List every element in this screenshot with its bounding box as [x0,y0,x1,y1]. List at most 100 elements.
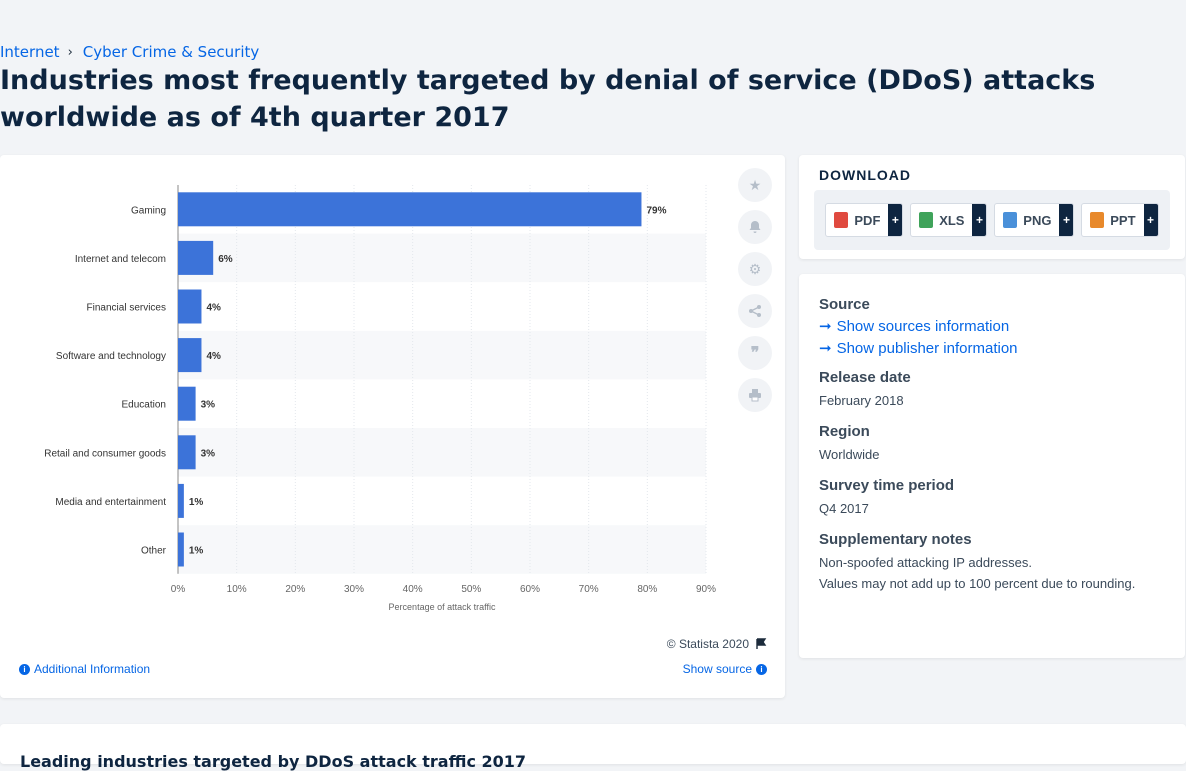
star-icon[interactable]: ★ [738,168,772,202]
breadcrumb-separator: › [67,44,73,60]
pdf-icon [834,212,849,228]
x-tick-label: 60% [520,584,540,595]
ppt-label: PPT [1110,212,1136,228]
x-tick-label: 10% [227,584,247,595]
bar [178,532,184,567]
survey-block: Survey time period Q4 2017 [819,477,1169,519]
download-png-button[interactable]: PNG + [994,203,1075,237]
data-label: 4% [206,351,221,362]
bar [178,338,202,373]
xls-icon [919,212,934,228]
region-heading: Region [819,423,870,440]
xls-plus[interactable]: + [972,204,987,236]
page-title: Industries most frequently targeted by d… [0,65,1096,133]
bar [178,483,184,518]
data-label: 79% [646,205,666,216]
details-card: Source ➞ Show sources information ➞ Show… [799,274,1185,658]
source-heading: Source [819,296,870,313]
additional-information-label: Additional Information [34,662,151,676]
info-icon: i [756,663,767,675]
category-label: Gaming [131,205,166,216]
png-label: PNG [1023,212,1052,228]
notes-heading: Supplementary notes [819,531,972,548]
release-value: February 2018 [819,393,904,408]
row-band [178,525,706,574]
x-tick-label: 70% [579,584,599,595]
source-block: Source ➞ Show sources information ➞ Show… [819,296,1169,357]
download-ppt-button[interactable]: PPT + [1081,203,1159,237]
flag-icon[interactable] [755,638,767,650]
category-label: Internet and telecom [75,254,166,265]
quote-icon[interactable]: ❞ [738,336,772,370]
breadcrumb-internet[interactable]: Internet [0,43,60,61]
show-sources-link[interactable]: ➞ Show sources information [819,317,1169,336]
show-source-label: Show source [682,662,752,676]
x-tick-label: 30% [344,584,364,595]
bar [178,435,196,470]
breadcrumb: Internet › Cyber Crime & Security [0,43,259,61]
show-source-link[interactable]: Show source i [683,662,767,676]
bar-chart: 0% 10% 20% 30% 40% 50% 60% 70% 80% 90% Gaming 79% In… [44,185,716,612]
region-value: Worldwide [819,447,880,462]
related-card: Leading industries targeted by DDoS atta… [0,724,1186,771]
share-icon[interactable] [738,294,772,328]
x-tick-label: 40% [403,584,423,595]
arrow-right-icon: ➞ [819,318,832,335]
ppt-plus[interactable]: + [1143,204,1158,236]
details: Source ➞ Show sources information ➞ Show… [819,296,1169,606]
bar [178,240,214,275]
bar [178,289,202,324]
pdf-label: PDF [854,212,881,228]
row-band [178,330,706,380]
arrow-right-icon: ➞ [819,340,832,357]
data-label: 1% [189,497,204,508]
print-icon[interactable] [738,378,772,412]
survey-value: Q4 2017 [819,501,869,516]
release-heading: Release date [819,369,911,386]
show-publisher-link[interactable]: ➞ Show publisher information [819,339,1169,358]
related-title: Leading industries targeted by DDoS atta… [20,752,527,771]
row-band [178,428,706,477]
data-label: 4% [206,303,221,314]
png-icon [1003,212,1018,228]
notes-block: Supplementary notes Non-spoofed attackin… [819,531,1169,594]
info-icon: i [19,663,30,675]
bar [178,386,196,421]
show-publisher-label: Show publisher information [836,339,1018,357]
top-bar [0,0,1186,38]
additional-information-link[interactable]: i Additional Information [19,662,150,676]
category-label: Other [141,546,167,557]
show-sources-label: Show sources information [836,317,1010,335]
chart-card: 0% 10% 20% 30% 40% 50% 60% 70% 80% 90% Gaming 79% In… [0,155,785,698]
copyright-text: © Statista 2020 [666,637,749,651]
download-card: DOWNLOAD PDF + XLS + PNG + PPT + [799,155,1185,259]
gear-icon[interactable]: ⚙ [738,252,772,286]
row-band [178,233,706,283]
release-block: Release date February 2018 [819,369,1169,411]
pdf-plus[interactable]: + [888,204,903,236]
x-axis-label: Percentage of attack traffic [389,602,496,612]
x-tick-label: 0% [171,584,186,595]
png-plus[interactable]: + [1059,204,1074,236]
notes-line1: Non-spoofed attacking IP addresses. [819,555,1032,570]
bar [178,192,642,227]
category-label: Financial services [87,303,166,314]
category-label: Education [122,400,166,411]
category-label: Software and technology [56,351,166,362]
notes-line2: Values may not add up to 100 percent due… [819,576,1136,591]
x-tick-label: 50% [461,584,481,595]
breadcrumb-cyber-crime[interactable]: Cyber Crime & Security [83,43,260,61]
data-label: 3% [201,400,216,411]
copyright: © Statista 2020 [667,637,767,651]
download-xls-button[interactable]: XLS + [910,203,988,237]
bell-icon[interactable] [738,210,772,244]
xls-label: XLS [939,212,965,228]
region-block: Region Worldwide [819,423,1169,465]
download-pdf-button[interactable]: PDF + [825,203,904,237]
x-tick-label: 20% [285,584,305,595]
download-buttons: PDF + XLS + PNG + PPT + [814,190,1170,250]
download-title: DOWNLOAD [819,167,911,183]
data-label: 3% [201,448,216,459]
data-label: 1% [189,546,204,557]
x-tick-label: 90% [696,584,716,595]
